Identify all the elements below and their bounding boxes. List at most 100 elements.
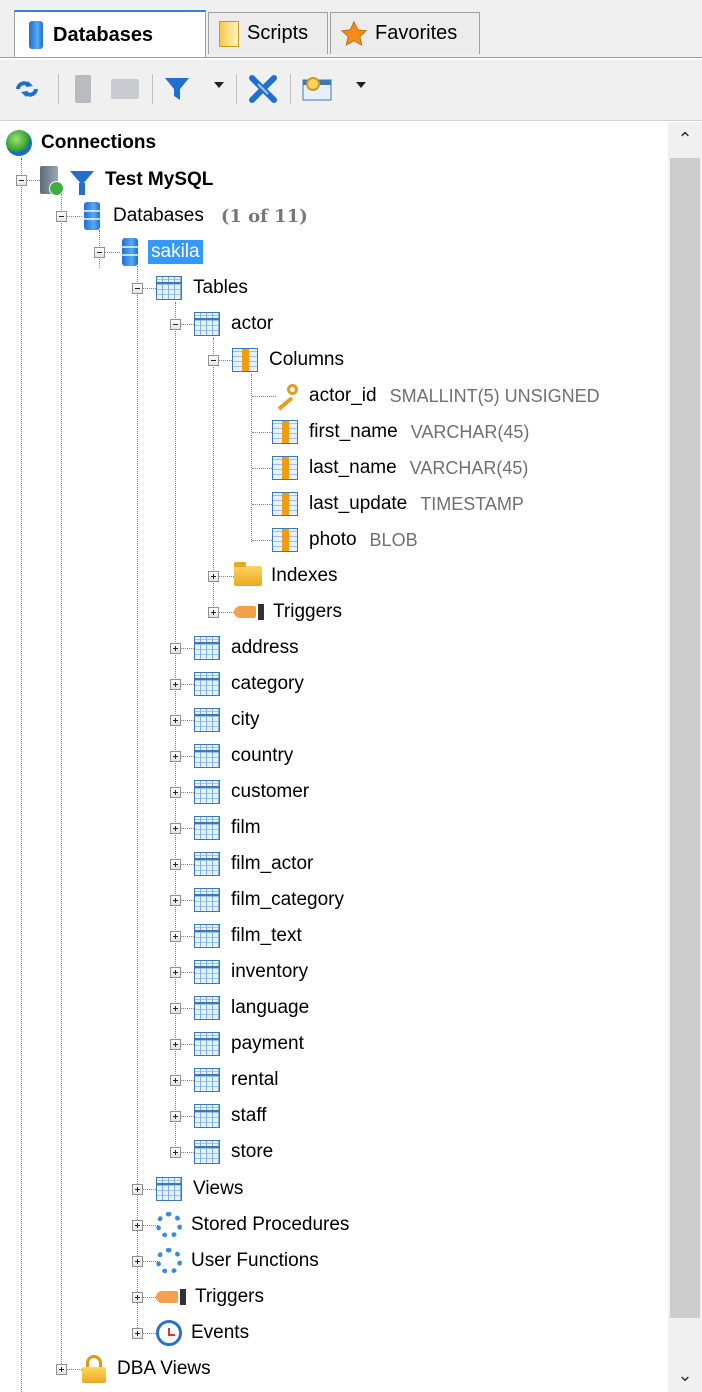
options-dropdown-icon[interactable] bbox=[356, 82, 366, 88]
tree-node-dba-views[interactable]: DBA Views bbox=[82, 1352, 214, 1386]
tree-node-table[interactable]: payment bbox=[194, 1027, 307, 1061]
expand-toggle[interactable] bbox=[170, 895, 181, 906]
expand-toggle[interactable] bbox=[170, 643, 181, 654]
filter-dropdown-icon[interactable] bbox=[214, 82, 224, 88]
expand-toggle[interactable] bbox=[170, 1147, 181, 1158]
node-label: Stored Procedures bbox=[191, 1214, 350, 1235]
collapse-toggle[interactable] bbox=[94, 247, 105, 258]
tab-scripts[interactable]: Scripts bbox=[208, 12, 328, 54]
tree-node-column[interactable]: actor_id SMALLINT(5) UNSIGNED bbox=[272, 379, 600, 413]
expand-toggle[interactable] bbox=[132, 1220, 143, 1231]
node-label: Test MySQL bbox=[105, 169, 214, 190]
tree-node-table[interactable]: city bbox=[194, 703, 263, 737]
tab-favorites[interactable]: Favorites bbox=[330, 12, 480, 54]
tree-node-table[interactable]: country bbox=[194, 739, 296, 773]
node-label: Triggers bbox=[273, 601, 342, 622]
expand-toggle[interactable] bbox=[132, 1184, 143, 1195]
tree-node-stored-procedures[interactable]: Stored Procedures bbox=[156, 1208, 352, 1242]
tree-node-events[interactable]: Events bbox=[156, 1316, 252, 1350]
tree-node-user-functions[interactable]: User Functions bbox=[156, 1244, 322, 1278]
tree-node-table[interactable]: customer bbox=[194, 775, 312, 809]
tree-node-connections[interactable]: Connections bbox=[6, 126, 159, 160]
lock-icon bbox=[82, 1355, 106, 1383]
tree-node-table[interactable]: address bbox=[194, 631, 302, 665]
tree-node-tables[interactable]: Tables bbox=[156, 271, 251, 305]
tree-node-table[interactable]: inventory bbox=[194, 955, 311, 989]
table-icon bbox=[194, 780, 220, 804]
tab-databases[interactable]: Databases bbox=[14, 10, 206, 58]
scroll-thumb[interactable] bbox=[670, 158, 700, 1318]
tree-node-columns[interactable]: Columns bbox=[232, 343, 347, 377]
node-label: Events bbox=[191, 1322, 250, 1343]
new-connection-button[interactable] bbox=[66, 72, 100, 106]
tree-node-table-triggers[interactable]: Triggers bbox=[234, 595, 345, 629]
expand-toggle[interactable] bbox=[208, 571, 219, 582]
tree-node-table[interactable]: film_text bbox=[194, 919, 305, 953]
tree-node-column[interactable]: first_name VARCHAR(45) bbox=[272, 415, 529, 449]
expand-toggle[interactable] bbox=[170, 967, 181, 978]
tree-node-table-actor[interactable]: actor bbox=[194, 307, 276, 341]
expand-toggle[interactable] bbox=[170, 1039, 181, 1050]
tab-label: Favorites bbox=[375, 22, 458, 44]
refresh-button[interactable] bbox=[8, 72, 46, 106]
tree-node-table[interactable]: rental bbox=[194, 1063, 282, 1097]
tree-node-databases[interactable]: Databases (1 of 11) bbox=[80, 199, 308, 233]
tree-node-views[interactable]: Views bbox=[156, 1172, 246, 1206]
expand-toggle[interactable] bbox=[170, 679, 181, 690]
collapse-toggle[interactable] bbox=[56, 211, 67, 222]
disconnect-button[interactable] bbox=[244, 72, 282, 106]
tree-node-connection[interactable]: Test MySQL bbox=[40, 163, 216, 197]
connection-tree: Connections Test MySQL Databases (1 of 1… bbox=[0, 122, 668, 1392]
tree-node-table[interactable]: film_actor bbox=[194, 847, 316, 881]
tree-node-triggers[interactable]: Triggers bbox=[156, 1280, 267, 1314]
column-icon bbox=[272, 528, 298, 552]
collapse-toggle[interactable] bbox=[16, 175, 27, 186]
expand-toggle[interactable] bbox=[170, 1111, 181, 1122]
expand-toggle[interactable] bbox=[170, 751, 181, 762]
collapse-toggle[interactable] bbox=[208, 355, 219, 366]
filter-button[interactable] bbox=[160, 72, 194, 106]
table-icon bbox=[194, 1032, 220, 1056]
tree-node-indexes[interactable]: Indexes bbox=[234, 559, 341, 593]
tree-node-table[interactable]: store bbox=[194, 1135, 276, 1169]
new-connection-icon bbox=[75, 75, 91, 103]
expand-toggle[interactable] bbox=[170, 787, 181, 798]
tree-node-column[interactable]: photo BLOB bbox=[272, 523, 418, 557]
tree-node-column[interactable]: last_name VARCHAR(45) bbox=[272, 451, 528, 485]
tree-node-table[interactable]: category bbox=[194, 667, 307, 701]
vertical-scrollbar[interactable]: ⌃ ⌄ bbox=[668, 122, 702, 1392]
tree-node-column[interactable]: last_update TIMESTAMP bbox=[272, 487, 524, 521]
clock-icon bbox=[156, 1320, 182, 1346]
node-label: language bbox=[231, 997, 310, 1018]
new-folder-button[interactable] bbox=[106, 72, 144, 106]
tree-node-table[interactable]: language bbox=[194, 991, 312, 1025]
expand-toggle[interactable] bbox=[170, 1075, 181, 1086]
expand-toggle[interactable] bbox=[170, 715, 181, 726]
scroll-down-icon[interactable]: ⌄ bbox=[668, 1358, 702, 1392]
tree-node-table[interactable]: film_category bbox=[194, 883, 347, 917]
table-icon bbox=[194, 816, 220, 840]
table-icon bbox=[194, 1140, 220, 1164]
options-button[interactable] bbox=[298, 72, 340, 106]
expand-toggle[interactable] bbox=[132, 1328, 143, 1339]
collapse-toggle[interactable] bbox=[132, 283, 143, 294]
column-name: first_name bbox=[309, 421, 398, 442]
expand-toggle[interactable] bbox=[208, 607, 219, 618]
refresh-icon bbox=[16, 81, 38, 97]
node-label: customer bbox=[231, 781, 310, 802]
tree-node-database-sakila[interactable]: sakila bbox=[118, 235, 203, 269]
scroll-up-icon[interactable]: ⌃ bbox=[668, 122, 702, 156]
tree-node-table[interactable]: film bbox=[194, 811, 264, 845]
tree-node-table[interactable]: staff bbox=[194, 1099, 270, 1133]
expand-toggle[interactable] bbox=[132, 1292, 143, 1303]
gear-icon bbox=[156, 1248, 182, 1274]
database-icon bbox=[84, 202, 100, 230]
node-label: rental bbox=[231, 1069, 279, 1090]
expand-toggle[interactable] bbox=[132, 1256, 143, 1267]
collapse-toggle[interactable] bbox=[170, 319, 181, 330]
expand-toggle[interactable] bbox=[56, 1364, 67, 1375]
expand-toggle[interactable] bbox=[170, 859, 181, 870]
expand-toggle[interactable] bbox=[170, 931, 181, 942]
expand-toggle[interactable] bbox=[170, 823, 181, 834]
expand-toggle[interactable] bbox=[170, 1003, 181, 1014]
